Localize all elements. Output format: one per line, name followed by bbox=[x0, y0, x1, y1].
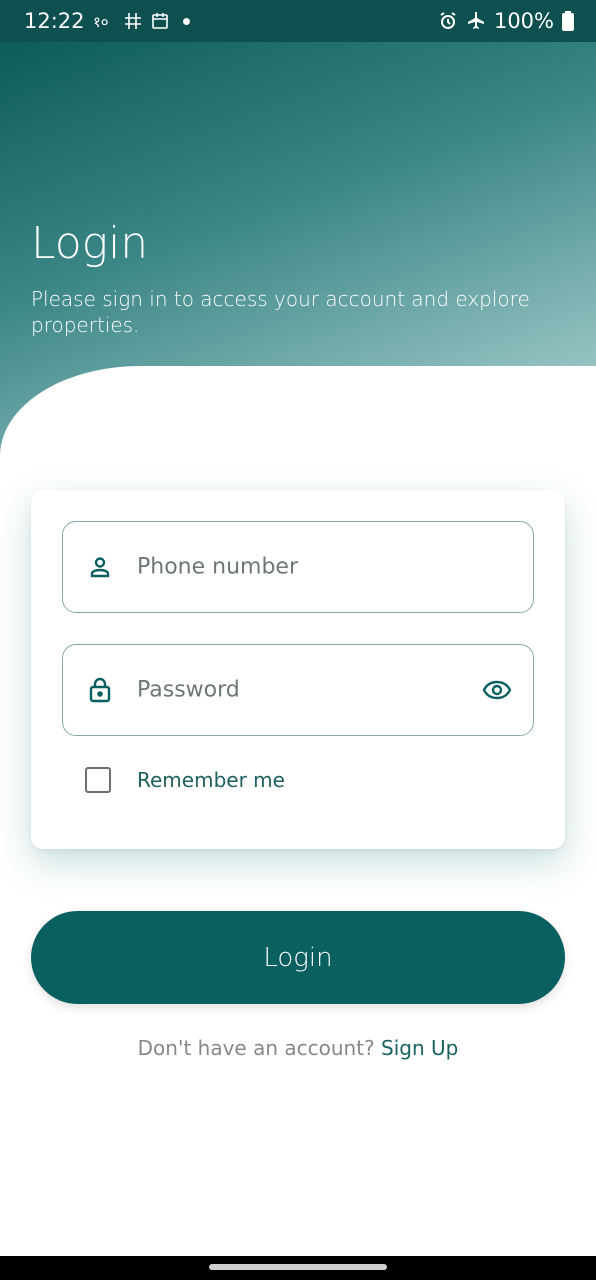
dot-indicator bbox=[182, 17, 190, 25]
lock-icon bbox=[87, 677, 113, 703]
clock: 12:22 bbox=[24, 9, 85, 33]
signup-link[interactable]: Sign Up bbox=[381, 1036, 458, 1060]
svg-text:१०: १० bbox=[93, 13, 109, 30]
password-placeholder: Password bbox=[137, 677, 240, 703]
login-form-card: Phone number Password Remember me bbox=[31, 490, 565, 849]
page-subtitle: Please sign in to access your account an… bbox=[31, 287, 530, 337]
login-button[interactable]: Login bbox=[31, 911, 565, 1004]
remember-me-label[interactable]: Remember me bbox=[137, 768, 285, 792]
person-icon bbox=[87, 554, 113, 580]
calendar-icon bbox=[151, 12, 169, 30]
signup-prompt: Don't have an account? bbox=[137, 1036, 375, 1060]
alarm-icon bbox=[438, 11, 458, 31]
navigation-bar bbox=[0, 1256, 596, 1280]
page-title: Login bbox=[31, 218, 149, 269]
remember-me-row[interactable]: Remember me bbox=[85, 767, 285, 793]
status-right: 100% bbox=[438, 9, 574, 33]
eye-icon[interactable] bbox=[481, 674, 513, 706]
battery-percentage: 100% bbox=[493, 9, 554, 33]
grid-icon bbox=[123, 11, 143, 31]
status-bar: 12:22 १० 100% bbox=[0, 0, 596, 42]
home-handle[interactable] bbox=[209, 1264, 387, 1270]
battery-icon bbox=[562, 11, 574, 31]
signup-prompt-row: Don't have an account? Sign Up bbox=[0, 1036, 596, 1060]
remember-me-checkbox[interactable] bbox=[85, 767, 111, 793]
phone-number-field[interactable]: Phone number bbox=[62, 521, 534, 613]
status-left: 12:22 १० bbox=[24, 9, 190, 33]
phone-number-placeholder: Phone number bbox=[137, 554, 299, 580]
password-field[interactable]: Password bbox=[62, 644, 534, 736]
airplane-icon bbox=[466, 11, 486, 31]
notification-icon: १० bbox=[93, 12, 115, 30]
